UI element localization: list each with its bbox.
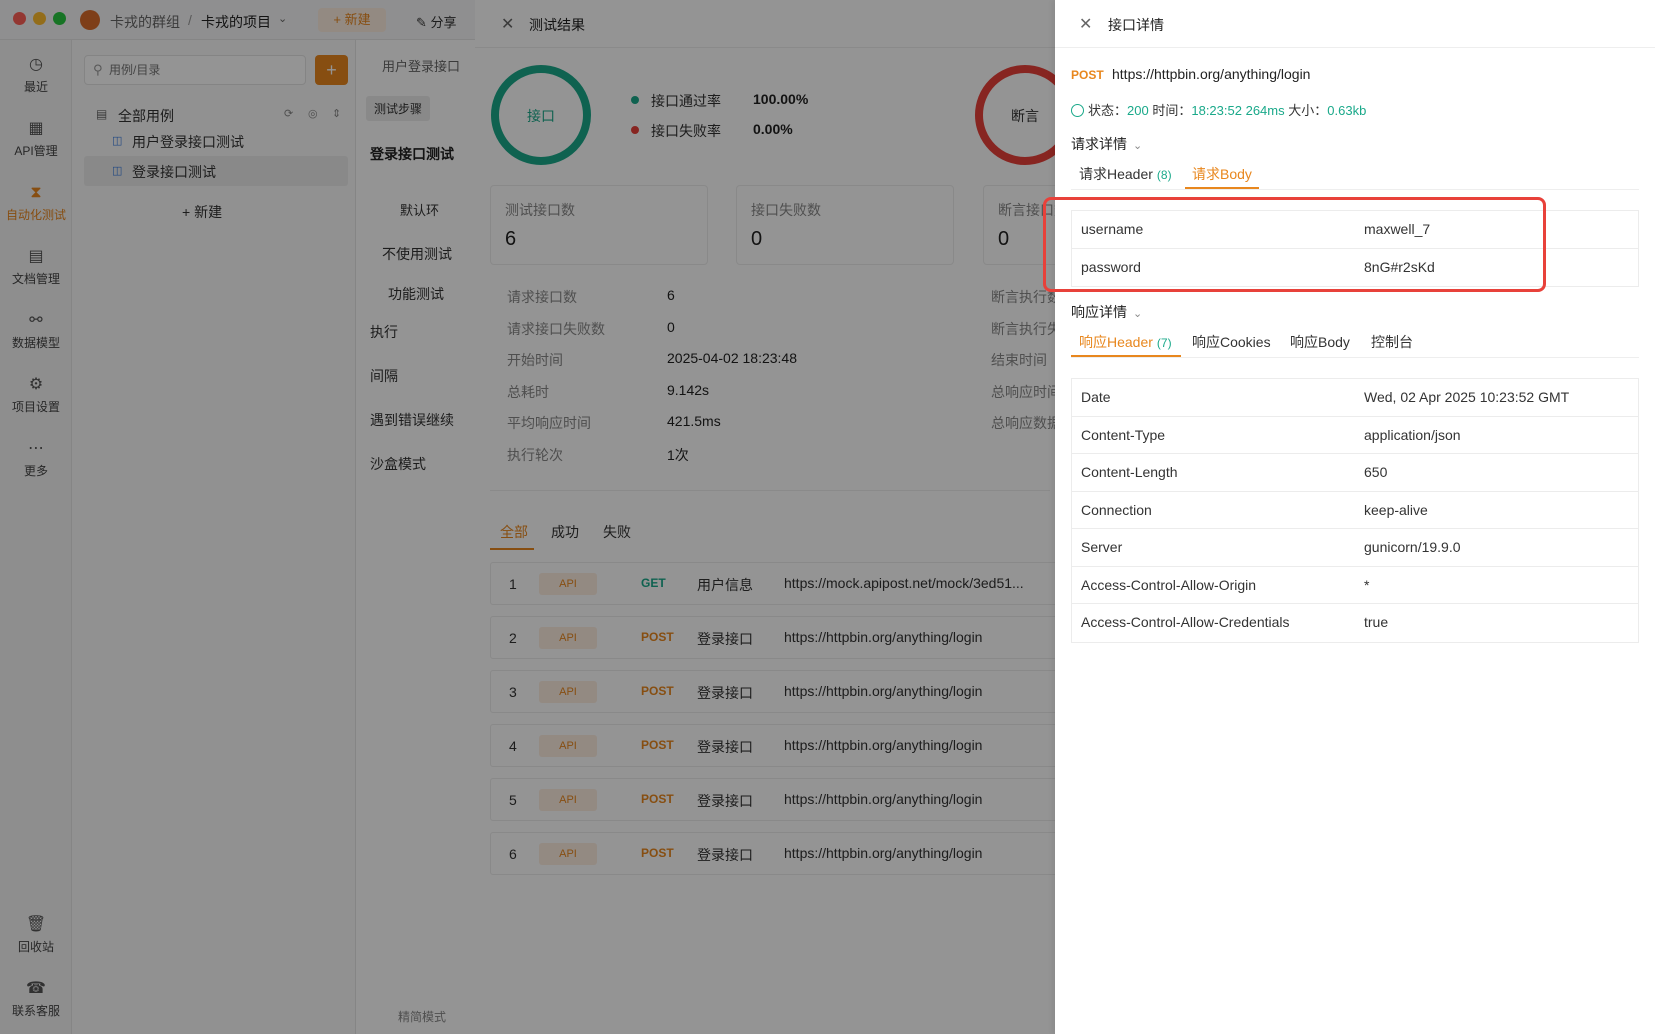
- tab-underline: [1071, 355, 1181, 357]
- tab-label: 请求Header: [1079, 166, 1153, 182]
- cell-key: Server: [1081, 539, 1123, 555]
- tab-count: (7): [1156, 336, 1172, 350]
- result-overlay[interactable]: [475, 0, 1055, 1034]
- section-title-text: 响应详情: [1071, 304, 1127, 320]
- api-detail-drawer: ✕ 接口详情 POST https://httpbin.org/anything…: [1055, 0, 1655, 1034]
- tab-request-body[interactable]: 请求Body: [1192, 164, 1252, 184]
- cell-key: Access-Control-Allow-Origin: [1081, 576, 1257, 593]
- detail-title: 接口详情: [1108, 17, 1164, 33]
- table-row: Content-Length 650: [1072, 454, 1638, 492]
- tab-underline: [1185, 187, 1259, 189]
- size-value: 0.63kb: [1327, 103, 1367, 118]
- tab-label: 响应Header: [1079, 334, 1153, 350]
- size-label: 大小：: [1288, 103, 1328, 118]
- cell-key: Access-Control-Allow-Credentials: [1081, 614, 1290, 630]
- time-label: 时间：: [1152, 103, 1192, 118]
- request-tabs: 请求Header (8) 请求Body: [1071, 158, 1639, 190]
- status-code: 200: [1127, 103, 1149, 118]
- cell-value: gunicorn/19.9.0: [1364, 539, 1461, 555]
- tab-label: 控制台: [1371, 334, 1413, 350]
- cell-value: application/json: [1364, 426, 1461, 443]
- tab-request-header[interactable]: 请求Header (8): [1079, 164, 1172, 184]
- duration-value: 264ms: [1245, 103, 1285, 118]
- cell-value: 650: [1364, 464, 1388, 480]
- tab-label: 响应Cookies: [1192, 334, 1271, 350]
- response-section-title[interactable]: 响应详情 ⌄: [1071, 302, 1142, 322]
- tab-response-cookies[interactable]: 响应Cookies: [1192, 332, 1271, 352]
- cell-key: Date: [1081, 389, 1111, 405]
- cell-value: *: [1364, 576, 1370, 593]
- chevron-down-icon: ⌄: [1133, 140, 1143, 152]
- section-title-text: 请求详情: [1071, 136, 1127, 152]
- method-badge: POST: [1071, 68, 1104, 82]
- response-tabs: 响应Header (7) 响应Cookies 响应Body 控制台: [1071, 326, 1639, 358]
- cell-value: keep-alive: [1364, 501, 1428, 518]
- response-header-table: Date Wed, 02 Apr 2025 10:23:52 GMT Conten…: [1071, 378, 1639, 643]
- table-row: Access-Control-Allow-Credentials true: [1072, 604, 1638, 642]
- cell-value: Wed, 02 Apr 2025 10:23:52 GMT: [1364, 389, 1570, 405]
- tab-response-body[interactable]: 响应Body: [1290, 332, 1350, 352]
- cell-key: Content-Length: [1081, 464, 1178, 480]
- table-row: Connection keep-alive: [1072, 492, 1638, 529]
- request-url: https://httpbin.org/anything/login: [1112, 66, 1311, 82]
- test-result-drawer: ✕ 测试结果 接口 接口通过率 100.00% 接口失败率 0.00% 断言 测…: [475, 0, 1055, 1034]
- chevron-down-icon: ⌄: [1133, 308, 1143, 320]
- detail-header: ✕ 接口详情: [1055, 0, 1655, 48]
- cell-key: Content-Type: [1081, 426, 1166, 443]
- tab-response-header[interactable]: 响应Header (7): [1079, 332, 1172, 352]
- globe-icon: [1071, 104, 1084, 117]
- close-icon[interactable]: ✕: [1079, 14, 1092, 34]
- tab-label: 响应Body: [1290, 334, 1350, 350]
- table-row: Server gunicorn/19.9.0: [1072, 529, 1638, 567]
- status-line: 状态：200 时间：18:23:52 264ms 大小：0.63kb: [1071, 100, 1366, 119]
- request-section-title[interactable]: 请求详情 ⌄: [1071, 134, 1142, 154]
- time-value: 18:23:52: [1191, 103, 1242, 118]
- table-row: Access-Control-Allow-Origin *: [1072, 567, 1638, 604]
- tab-label: 请求Body: [1192, 166, 1252, 182]
- tab-console[interactable]: 控制台: [1371, 332, 1413, 352]
- cell-value: true: [1364, 614, 1389, 630]
- cell-key: Connection: [1081, 501, 1152, 518]
- status-label: 状态：: [1088, 103, 1128, 118]
- table-row: Date Wed, 02 Apr 2025 10:23:52 GMT: [1072, 379, 1638, 417]
- table-row: Content-Type application/json: [1072, 417, 1638, 454]
- annotation-highlight-box: [1043, 197, 1546, 292]
- tab-count: (8): [1156, 168, 1172, 182]
- app-window: 卡戎的群组 / 卡戎的项目 ⌄ + 新建 ✎ 分享 ◷ 最近 ▦ API管理 ⧗ 自动…: [0, 0, 1655, 1034]
